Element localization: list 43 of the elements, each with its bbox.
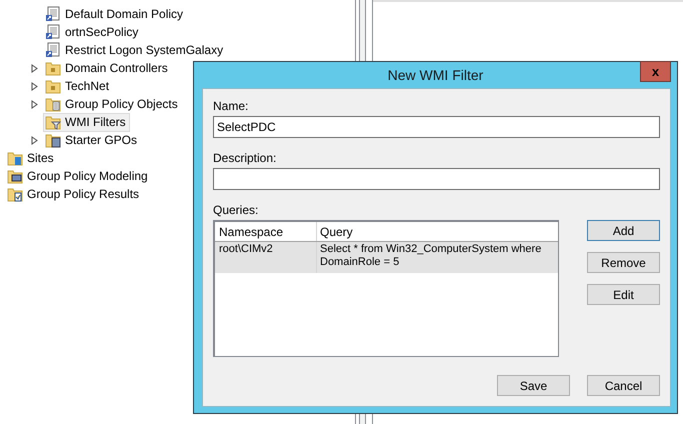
tree-item[interactable]: Default Domain Policy — [43, 4, 188, 24]
expand-arrow-icon[interactable] — [31, 64, 38, 72]
expand-arrow-icon[interactable] — [31, 82, 38, 90]
dialog-button[interactable]: Remove — [587, 252, 660, 273]
computer-icon — [7, 186, 23, 202]
tree-item[interactable]: Starter GPOs — [43, 130, 142, 150]
dialog-button[interactable]: Edit — [587, 284, 660, 305]
folder-icon — [45, 96, 61, 112]
tree-item[interactable]: TechNet — [43, 76, 114, 96]
field-label: Description: — [213, 151, 278, 165]
document-shortcut-icon — [45, 6, 61, 22]
expand-arrow-icon[interactable] — [31, 136, 38, 144]
name-field[interactable]: SelectPDC — [213, 116, 660, 138]
tree-item[interactable]: Domain Controllers — [43, 58, 172, 78]
folder-icon — [45, 78, 61, 94]
table-cell-text: Select * from Win32_ComputerSystem where DomainRole = 5 — [319, 242, 542, 270]
expand-arrow-icon[interactable] — [31, 100, 38, 108]
dialog-button[interactable]: Add — [587, 220, 660, 241]
document-shortcut-icon — [45, 42, 61, 58]
close-button[interactable]: x — [640, 61, 671, 82]
column-header[interactable]: Namespace — [215, 222, 317, 241]
computer-icon — [7, 168, 23, 184]
field-label: Queries: — [213, 203, 260, 217]
column-header[interactable]: Query — [317, 222, 558, 241]
tree-item[interactable]: Sites — [5, 148, 58, 168]
tree-item[interactable]: Group Policy Modeling — [5, 166, 152, 186]
description-field[interactable] — [213, 168, 660, 190]
table-cell: root\CIMv2 — [215, 242, 317, 273]
field-label: Name: — [213, 99, 250, 113]
query-row[interactable]: root\CIMv2 Select * from Win32_ComputerSystem where DomainRole = 5 — [215, 242, 558, 273]
tree-item[interactable]: Restrict Logon SystemGalaxy — [43, 40, 228, 60]
dialog-button[interactable]: Cancel — [587, 375, 660, 396]
dialog-button[interactable]: Save — [497, 375, 570, 396]
tree-item[interactable]: WMI Filters — [43, 112, 130, 132]
window-title: New WMI Filter — [388, 67, 484, 83]
folder-icon — [45, 132, 61, 148]
folder-icon — [7, 150, 23, 166]
document-shortcut-icon — [45, 24, 61, 40]
tree-item[interactable]: Group Policy Objects — [43, 94, 182, 114]
tree-item[interactable]: ortnSecPolicy — [43, 22, 142, 42]
folder-icon — [45, 114, 61, 130]
tree-item[interactable]: Group Policy Results — [5, 184, 144, 204]
folder-icon — [45, 60, 61, 76]
